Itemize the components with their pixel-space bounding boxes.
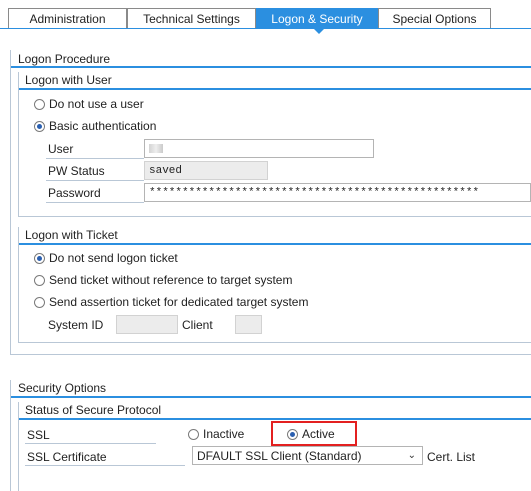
logon-with-user-title: Logon with User [25,73,112,87]
security-options-line [11,396,531,398]
tab-label: Technical Settings [143,12,240,26]
logon-procedure-line [11,66,531,68]
pw-status-field: saved [144,161,268,180]
active-tab-indicator [313,28,325,34]
radio-label: Send assertion ticket for dedicated targ… [49,295,309,309]
radio-label: Inactive [203,427,245,441]
tab-special-options[interactable]: Special Options [378,8,491,29]
radio-label: Do not send logon ticket [49,251,178,265]
password-label-underline [46,202,144,203]
pw-status-label-underline [46,180,144,181]
logon-with-ticket-line [19,243,531,245]
system-id-label: System ID [48,318,104,332]
tab-logon-security[interactable]: Logon & Security [256,8,378,29]
tab-underline [0,28,531,29]
secure-protocol-line [19,418,531,420]
tab-label: Special Options [392,12,477,26]
radio-do-not-send-ticket[interactable]: Do not send logon ticket [34,251,178,265]
logon-procedure-title: Logon Procedure [18,52,111,66]
radio-button[interactable] [188,428,199,440]
password-label: Password [48,186,101,200]
password-input[interactable]: ****************************************… [144,183,531,202]
logon-with-user-line [19,88,531,90]
client-field [235,315,262,334]
secure-protocol-title: Status of Secure Protocol [25,403,162,417]
radio-button[interactable] [34,252,45,264]
ssl-label-underline [25,443,156,444]
tab-label: Administration [29,12,106,26]
radio-ssl-inactive[interactable]: Inactive [188,427,244,441]
radio-button[interactable] [34,120,45,132]
cert-list-link[interactable]: Cert. List [427,450,475,464]
ssl-certificate-underline [25,465,185,466]
tab-technical-settings[interactable]: Technical Settings [127,8,256,29]
pw-status-label: PW Status [48,164,105,178]
tab-label: Logon & Security [271,12,363,26]
ssl-label: SSL [27,428,50,442]
user-input[interactable] [144,139,374,158]
radio-label: Send ticket without reference to target … [49,273,293,287]
redacted-user-value [149,144,163,153]
client-label: Client [182,318,213,332]
radio-label: Do not use a user [49,97,144,111]
user-label-underline [46,158,144,159]
logon-with-ticket-title: Logon with Ticket [25,228,118,242]
ssl-certificate-select[interactable]: DFAULT SSL Client (Standard) ⌄ [192,446,423,465]
ssl-active-highlight [271,421,357,446]
system-id-field [116,315,178,334]
chevron-down-icon: ⌄ [407,450,416,461]
radio-send-assertion-ticket[interactable]: Send assertion ticket for dedicated targ… [34,295,308,309]
radio-send-ticket-without-reference[interactable]: Send ticket without reference to target … [34,273,292,287]
security-options-title: Security Options [18,381,107,395]
radio-do-not-use-user[interactable]: Do not use a user [34,97,144,111]
radio-button[interactable] [34,274,45,286]
radio-button[interactable] [34,296,45,308]
select-value: DFAULT SSL Client (Standard) [197,448,362,463]
user-label: User [48,142,74,156]
radio-button[interactable] [34,98,45,110]
radio-basic-authentication[interactable]: Basic authentication [34,119,156,133]
tab-administration[interactable]: Administration [8,8,127,29]
radio-label: Basic authentication [49,119,157,133]
ssl-certificate-label: SSL Certificate [27,450,107,464]
